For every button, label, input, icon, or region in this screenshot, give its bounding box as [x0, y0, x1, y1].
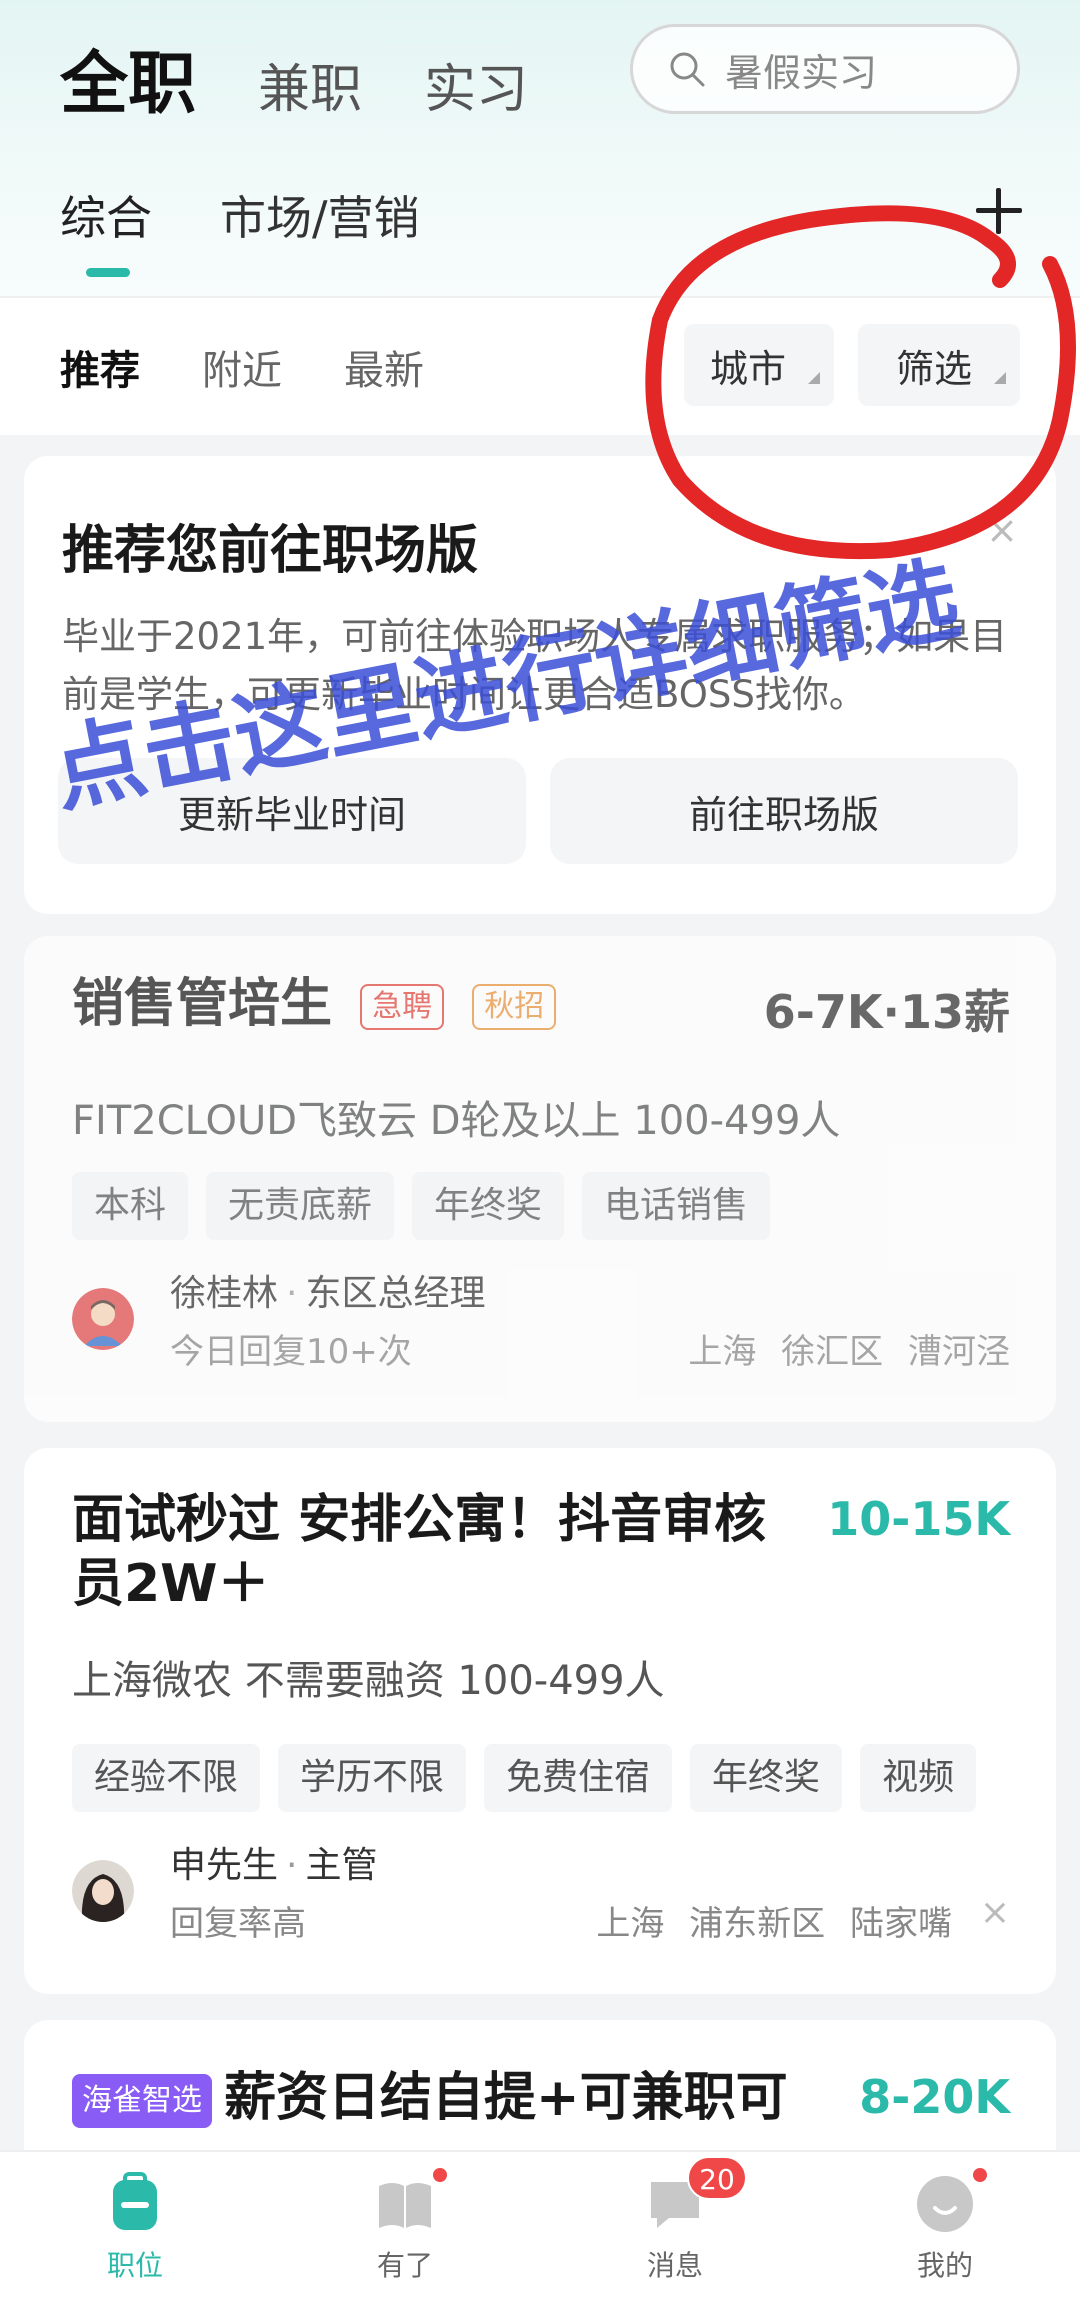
job-title: 海雀智选 薪资日结自提+可兼职可: [72, 2066, 788, 2130]
city-filter-label: 城市: [710, 346, 787, 391]
profile-icon: [913, 2166, 989, 2236]
recruiter-title: 主管: [305, 1845, 378, 1886]
tab-fulltime[interactable]: 全职: [60, 28, 196, 127]
company-info: 上海微农 不需要融资 100-499人: [72, 1658, 665, 1704]
tab-recommend[interactable]: 推荐: [60, 338, 140, 396]
nav-label: 职位: [106, 2249, 163, 2282]
dropdown-triangle-icon: [994, 372, 1006, 384]
tab-category-marketing[interactable]: 市场/营销: [220, 182, 420, 248]
dismiss-icon[interactable]: ×: [980, 1892, 1010, 1933]
job-tag: 年终奖: [690, 1744, 843, 1812]
job-salary: 10-15K: [827, 1492, 1010, 1546]
job-title: 销售管培生 急聘 秋招: [72, 972, 557, 1036]
message-count-badge: 20: [687, 2156, 747, 2200]
search-input[interactable]: 暑假实习: [630, 24, 1020, 114]
company-info: FIT2CLOUD飞致云 D轮及以上 100-499人: [72, 1098, 841, 1144]
search-icon: [670, 52, 705, 87]
header: 全职 兼职 实习 暑假实习 综合 市场/营销 推荐 附近 最新 城市 筛选: [0, 0, 1080, 435]
city-filter-button[interactable]: 城市: [684, 324, 834, 406]
ai-pick-badge: 海雀智选: [72, 2074, 212, 2128]
avatar: [72, 1860, 134, 1922]
job-tag: 视频: [860, 1744, 977, 1812]
job-title-line: 员2W＋: [72, 1554, 270, 1614]
nav-item-youle[interactable]: 有了: [270, 2152, 540, 2297]
avatar: [72, 1288, 134, 1350]
search-placeholder: 暑假实习: [725, 50, 878, 95]
active-tab-indicator: [86, 268, 130, 277]
recruiter-name: 徐桂林: [170, 1273, 279, 1314]
job-tags: 经验不限 学历不限 免费住宿 年终奖 视频: [72, 1744, 977, 1812]
notification-dot: [971, 2166, 989, 2184]
close-icon[interactable]: ×: [986, 508, 1018, 552]
notification-dot: [431, 2166, 449, 2184]
tab-internship[interactable]: 实习: [424, 47, 528, 122]
job-type-tabs: 全职 兼职 实习: [60, 28, 528, 127]
job-tag: 无责底薪: [206, 1172, 395, 1240]
nav-label: 我的: [916, 2249, 973, 2282]
sort-filter-bar: 推荐 附近 最新 城市 筛选: [0, 296, 1080, 431]
book-icon: [373, 2166, 449, 2236]
reply-rate: 回复率高: [170, 1904, 306, 1944]
dropdown-triangle-icon: [808, 372, 820, 384]
briefcase-icon: [103, 2172, 167, 2236]
job-title-text: 薪资日结自提+可兼职可: [224, 2068, 788, 2128]
job-location: 上海 徐汇区 漕河泾: [688, 1332, 1010, 1372]
job-card[interactable]: 面试秒过 安排公寓！抖音审核 员2W＋ 10-15K 上海微农 不需要融资 10…: [24, 1448, 1056, 1994]
job-title-text: 销售管培生: [72, 974, 333, 1034]
filter-button[interactable]: 筛选: [858, 324, 1020, 406]
go-professional-button[interactable]: 前往职场版: [550, 758, 1018, 864]
chat-icon: 20: [643, 2156, 747, 2236]
promo-title: 推荐您前往职场版: [62, 521, 479, 581]
job-tag: 年终奖: [412, 1172, 565, 1240]
job-salary: 6-7K·13薪: [763, 985, 1010, 1039]
urgent-badge: 急聘: [360, 984, 445, 1030]
tab-category-general[interactable]: 综合: [60, 182, 152, 248]
job-title: 面试秒过 安排公寓！抖音审核 员2W＋: [72, 1488, 766, 1616]
add-category-icon[interactable]: [976, 188, 1022, 234]
tab-latest[interactable]: 最新: [344, 338, 424, 396]
autumn-recruit-badge: 秋招: [472, 984, 557, 1030]
nav-item-profile[interactable]: 我的: [810, 2152, 1080, 2297]
nav-label: 有了: [376, 2249, 433, 2282]
tab-parttime[interactable]: 兼职: [258, 47, 362, 122]
job-tag: 经验不限: [72, 1744, 261, 1812]
recruiter-title: 东区总经理: [305, 1273, 486, 1314]
nav-label: 消息: [646, 2249, 703, 2282]
job-location: 上海 浦东新区 陆家嘴: [596, 1904, 952, 1944]
job-tag: 免费住宿: [484, 1744, 673, 1812]
filter-label: 筛选: [896, 346, 973, 391]
job-title-line: 面试秒过 安排公寓！抖音审核: [72, 1490, 767, 1550]
recruiter-info: 徐桂林 · 东区总经理: [170, 1273, 486, 1314]
category-tabs: 综合 市场/营销: [60, 182, 420, 248]
job-tag: 本科: [72, 1172, 189, 1240]
nav-item-messages[interactable]: 20 消息: [540, 2152, 810, 2297]
sort-tabs: 推荐 附近 最新: [60, 338, 424, 396]
reply-rate: 今日回复10+次: [170, 1332, 412, 1372]
recruiter-info: 申先生 · 主管: [170, 1845, 378, 1886]
bottom-nav: 职位 有了 20 消息 我的: [0, 2150, 1080, 2297]
recruiter-name: 申先生: [170, 1845, 279, 1886]
nav-item-jobs[interactable]: 职位: [0, 2152, 270, 2297]
job-salary: 8-20K: [859, 2070, 1010, 2124]
job-tag: 电话销售: [582, 1172, 771, 1240]
job-tag: 学历不限: [278, 1744, 467, 1812]
job-tags: 本科 无责底薪 年终奖 电话销售: [72, 1172, 771, 1240]
tab-nearby[interactable]: 附近: [202, 338, 282, 396]
job-card[interactable]: 销售管培生 急聘 秋招 6-7K·13薪 FIT2CLOUD飞致云 D轮及以上 …: [24, 936, 1056, 1422]
